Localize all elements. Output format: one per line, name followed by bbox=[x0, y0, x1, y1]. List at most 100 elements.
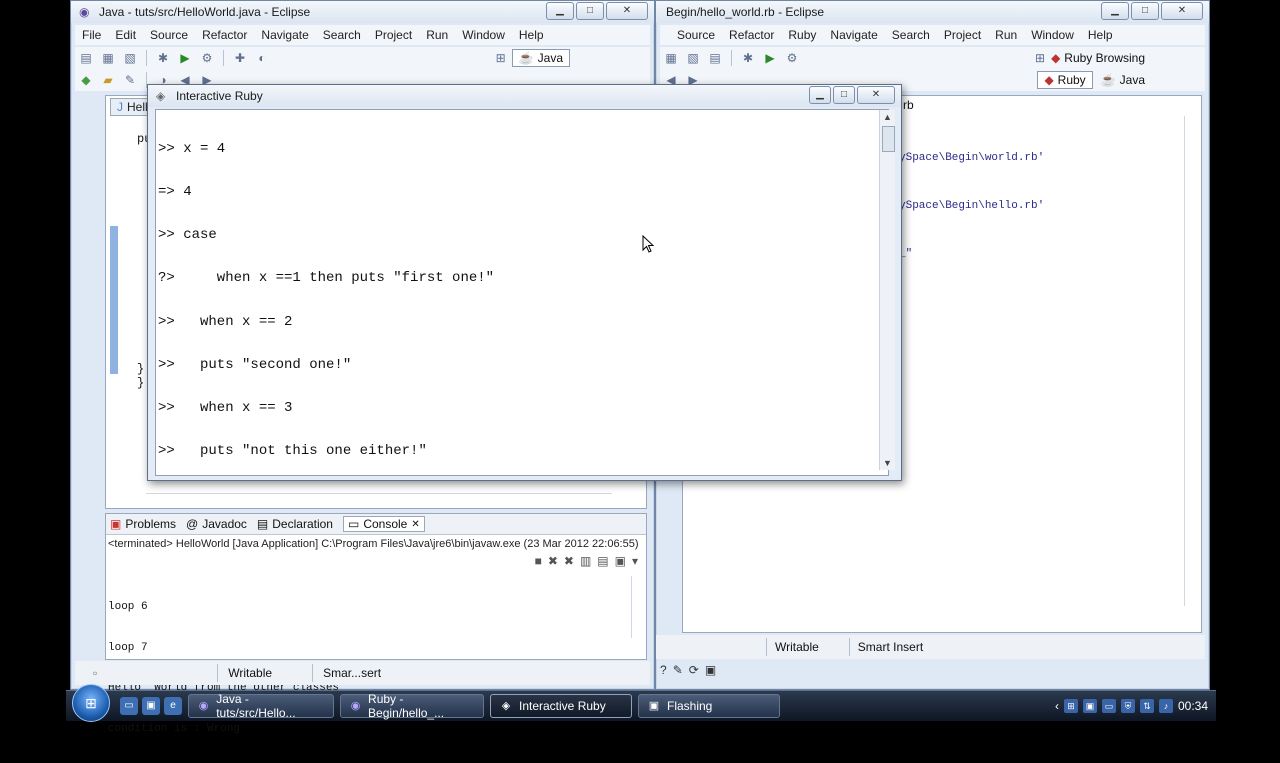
tray-language-icon[interactable]: ⊞ bbox=[1063, 699, 1078, 713]
editor-v-scrollbar[interactable] bbox=[1184, 116, 1197, 606]
java-menu-window[interactable]: Window bbox=[455, 28, 512, 42]
open-perspective-icon[interactable]: ⊞ bbox=[1032, 51, 1048, 65]
ruby-menu-refactor[interactable]: Refactor bbox=[722, 28, 781, 42]
clear-console-icon[interactable]: ▥ bbox=[580, 554, 591, 568]
ruby-code: ySpace\Begin\world.rb' ySpace\Begin\hell… bbox=[899, 118, 1044, 294]
task-java-eclipse[interactable]: ◉ Java - tuts/src/Hello... bbox=[188, 692, 334, 720]
tab-problems[interactable]: ▣ Problems bbox=[110, 517, 176, 531]
new-package-icon[interactable]: ✚ bbox=[232, 51, 248, 65]
editor-h-scrollbar[interactable] bbox=[146, 493, 612, 504]
pin-console-icon[interactable]: ▣ bbox=[615, 554, 626, 568]
remove-all-icon[interactable]: ✖ bbox=[564, 554, 574, 568]
terminate-icon[interactable]: ■ bbox=[535, 554, 542, 568]
ruby-menu-search[interactable]: Search bbox=[885, 28, 937, 42]
java-menu-edit[interactable]: Edit bbox=[108, 28, 143, 42]
ruby-window-titlebar[interactable]: Begin/hello_world.rb - Eclipse ▁ □ ✕ bbox=[656, 1, 1209, 23]
open-type-icon[interactable]: ◆ bbox=[78, 73, 94, 87]
minimize-button[interactable]: ▁ bbox=[1101, 2, 1129, 20]
java-menu-refactor[interactable]: Refactor bbox=[195, 28, 254, 42]
irb-line: >> x = 4 bbox=[158, 140, 226, 157]
perspective-ruby-browsing[interactable]: ◆ Ruby Browsing bbox=[1051, 51, 1145, 65]
tray-network-icon[interactable]: ⇅ bbox=[1139, 699, 1154, 713]
help-icon[interactable]: ? bbox=[660, 663, 667, 677]
tool-icon[interactable]: ✎ bbox=[673, 663, 683, 677]
scroll-thumb[interactable] bbox=[882, 126, 895, 152]
external-tools-icon[interactable]: ⚙ bbox=[784, 51, 800, 65]
status-writable: Writable bbox=[228, 666, 273, 680]
console-line: condition is : Wrong bbox=[108, 722, 241, 735]
irb-console[interactable]: >> x = 4 => 4 >> case ?> when x ==1 then… bbox=[155, 109, 889, 476]
ruby-menu-help[interactable]: Help bbox=[1081, 28, 1120, 42]
console-scrollbar[interactable] bbox=[631, 576, 642, 638]
tab-javadoc[interactable]: @ Javadoc bbox=[186, 517, 247, 531]
open-perspective-icon[interactable]: ⊞ bbox=[493, 51, 509, 65]
console-icon: ▭ bbox=[347, 517, 360, 531]
show-desktop-icon[interactable]: ▭ bbox=[120, 697, 138, 715]
close-button[interactable]: ✕ bbox=[1161, 2, 1203, 20]
task-flashing[interactable]: ▣ Flashing bbox=[638, 694, 780, 718]
debug-icon[interactable]: ✱ bbox=[155, 51, 171, 65]
maximize-button[interactable]: □ bbox=[1131, 2, 1159, 20]
irb-scrollbar[interactable]: ▲ ▼ bbox=[879, 110, 895, 470]
perspective-ruby[interactable]: ◆ Ruby bbox=[1037, 71, 1093, 89]
perspective-java[interactable]: ☕ Java bbox=[1101, 73, 1145, 87]
display-console-icon[interactable]: ▾ bbox=[632, 554, 638, 568]
new-class-icon[interactable]: ◐ bbox=[254, 51, 270, 65]
tray-expand-icon[interactable]: ‹ bbox=[1055, 699, 1059, 713]
open-folder-icon[interactable]: ▰ bbox=[100, 73, 116, 87]
tray-clock[interactable]: 00:34 bbox=[1178, 699, 1208, 713]
switch-windows-icon[interactable]: ▣ bbox=[142, 697, 160, 715]
debug-icon[interactable]: ✱ bbox=[740, 51, 756, 65]
tray-monitor-icon[interactable]: ▭ bbox=[1101, 699, 1116, 713]
save-all-icon[interactable]: ▧ bbox=[685, 51, 701, 65]
java-menu-source[interactable]: Source bbox=[143, 28, 195, 42]
java-menu-project[interactable]: Project bbox=[368, 28, 419, 42]
print-icon[interactable]: ▤ bbox=[707, 51, 723, 65]
close-tab-icon[interactable]: ✕ bbox=[411, 519, 419, 530]
print-icon[interactable]: ▧ bbox=[122, 51, 138, 65]
maximize-button[interactable]: □ bbox=[576, 2, 604, 20]
scroll-up-icon[interactable]: ▲ bbox=[880, 110, 895, 124]
java-menu-navigate[interactable]: Navigate bbox=[254, 28, 315, 42]
view-icon[interactable]: ▣ bbox=[705, 663, 716, 677]
start-button[interactable]: ⊞ bbox=[72, 684, 110, 722]
tray-volume-icon[interactable]: ♪ bbox=[1158, 699, 1173, 713]
save-icon[interactable]: ▦ bbox=[100, 51, 116, 65]
save-icon[interactable]: ▦ bbox=[663, 51, 679, 65]
tray-app-icon[interactable]: ▣ bbox=[1082, 699, 1097, 713]
tab-console[interactable]: ▭ Console ✕ bbox=[342, 516, 425, 532]
run-icon[interactable]: ▶ bbox=[762, 51, 778, 65]
scroll-lock-icon[interactable]: ▤ bbox=[597, 554, 608, 568]
ruby-menu-ruby[interactable]: Ruby bbox=[781, 28, 823, 42]
fast-view-icon[interactable]: ▫ bbox=[93, 666, 97, 680]
task-ruby-eclipse[interactable]: ◉ Ruby - Begin/hello_... bbox=[340, 692, 484, 720]
remove-launch-icon[interactable]: ✖ bbox=[548, 554, 558, 568]
ruby-menu-project[interactable]: Project bbox=[937, 28, 988, 42]
external-tools-icon[interactable]: ⚙ bbox=[199, 51, 215, 65]
new-icon[interactable]: ▤ bbox=[78, 51, 94, 65]
task-interactive-ruby[interactable]: ◈ Interactive Ruby bbox=[490, 694, 632, 718]
java-menu-run[interactable]: Run bbox=[419, 28, 455, 42]
scroll-down-icon[interactable]: ▼ bbox=[880, 456, 895, 470]
close-button[interactable]: ✕ bbox=[857, 86, 895, 104]
minimize-button[interactable]: ▁ bbox=[809, 86, 831, 104]
run-icon[interactable]: ▶ bbox=[177, 51, 193, 65]
edit-icon[interactable]: ✎ bbox=[122, 73, 138, 87]
java-window-titlebar[interactable]: ◉ Java - tuts/src/HelloWorld.java - Ecli… bbox=[71, 1, 654, 23]
java-menu-search[interactable]: Search bbox=[316, 28, 368, 42]
tab-declaration[interactable]: ▤ Declaration bbox=[257, 517, 333, 531]
tray-shield-icon[interactable]: ⛨ bbox=[1120, 699, 1135, 713]
internet-explorer-icon[interactable]: e bbox=[164, 697, 182, 715]
perspective-java[interactable]: ☕ Java bbox=[511, 49, 570, 67]
sync-icon[interactable]: ⟳ bbox=[689, 663, 699, 677]
java-menu-help[interactable]: Help bbox=[512, 28, 551, 42]
irb-titlebar[interactable]: ◈ Interactive Ruby ▁ □ ✕ bbox=[148, 85, 901, 107]
java-menu-file[interactable]: File bbox=[75, 28, 108, 42]
ruby-menu-run[interactable]: Run bbox=[988, 28, 1024, 42]
ruby-menu-window[interactable]: Window bbox=[1024, 28, 1081, 42]
ruby-menu-navigate[interactable]: Navigate bbox=[823, 28, 884, 42]
minimize-button[interactable]: ▁ bbox=[546, 2, 574, 20]
close-button[interactable]: ✕ bbox=[606, 2, 648, 20]
ruby-menu-source[interactable]: Source bbox=[670, 28, 722, 42]
maximize-button[interactable]: □ bbox=[833, 86, 855, 104]
